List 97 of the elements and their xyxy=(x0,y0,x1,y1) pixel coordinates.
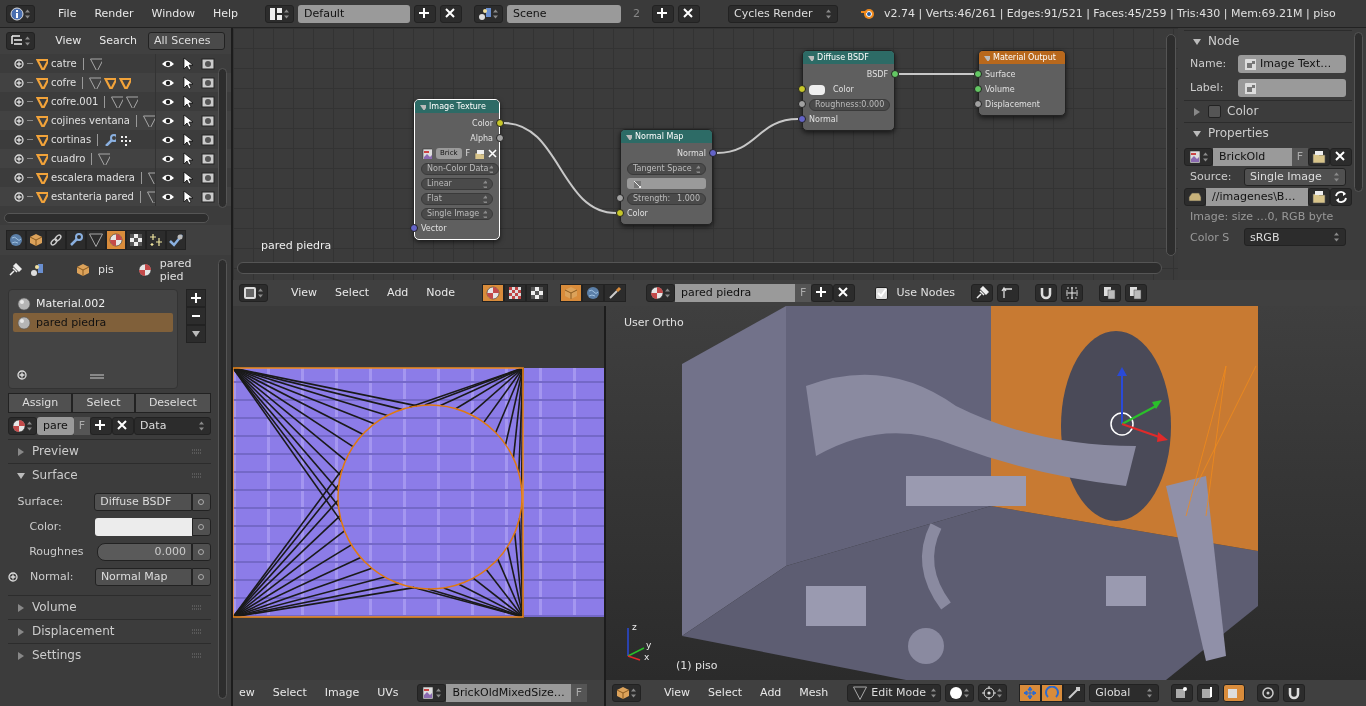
slot-action-button[interactable]: Select xyxy=(72,393,135,413)
socket-label: Color xyxy=(627,208,648,219)
node-header[interactable]: Material Output xyxy=(979,51,1065,64)
object-info: (1) piso xyxy=(676,658,718,672)
slot-action-button[interactable]: Deselect xyxy=(134,393,211,413)
scene-statistics: v2.74 | Verts:46/261 | Edges:91/521 | Faces:45/259 | Tris:430 | Mem:69.21M | piso xyxy=(884,6,1336,21)
color-space-dropdown[interactable]: sRGB xyxy=(1244,228,1346,247)
axis-label: x xyxy=(644,652,650,662)
socket-label: Normal xyxy=(809,114,838,125)
node-dropdown[interactable]: Tangent Space xyxy=(627,162,706,175)
panel-header[interactable]: Displacement xyxy=(8,619,211,643)
outliner-item-name[interactable]: cofre xyxy=(51,76,77,89)
node-link-dropdown[interactable]: Normal Map xyxy=(94,567,192,586)
menu-item[interactable]: File xyxy=(51,4,84,23)
node-dropdown[interactable]: Linear xyxy=(421,177,493,190)
node-link-dropdown[interactable]: Diffuse BSDF xyxy=(94,492,192,511)
outliner-item-name[interactable]: escalera madera xyxy=(51,171,135,184)
socket-label: Color xyxy=(833,84,854,95)
field-label: Surface: xyxy=(17,494,65,509)
menu-item[interactable]: View xyxy=(48,32,89,50)
view-name: User Ortho xyxy=(624,316,684,330)
socket-label: Normal xyxy=(677,148,706,159)
field-label: Color: xyxy=(28,519,63,534)
name-field[interactable]: Image Text… xyxy=(1238,55,1346,73)
link-dropdown[interactable]: Data xyxy=(134,417,211,435)
file-path-field[interactable]: //imagenes\B… xyxy=(1206,188,1308,206)
socket-label: Volume xyxy=(985,84,1015,95)
menu-item[interactable]: Node xyxy=(419,284,463,302)
menu-item[interactable]: ew xyxy=(239,684,262,702)
user-count: 2 xyxy=(632,6,642,21)
socket-label: Vector xyxy=(421,223,447,234)
slot-action-button[interactable]: Assign xyxy=(8,393,73,413)
image-info: Image: size …0, RGB byte xyxy=(1189,209,1335,225)
outliner-item-name[interactable]: catre xyxy=(51,57,77,70)
panel-header[interactable]: Surface xyxy=(8,463,211,487)
node-header[interactable]: Diffuse BSDF xyxy=(803,51,894,64)
node-header[interactable]: Normal Map xyxy=(621,130,712,143)
field-label: Normal: xyxy=(29,569,75,584)
panel-header[interactable]: Volume xyxy=(8,595,211,619)
breadcrumb-item: pis xyxy=(98,263,114,277)
number-field[interactable]: Roughness:0.000 xyxy=(809,98,891,111)
panel-header[interactable]: Properties xyxy=(1184,122,1352,144)
axis-label: z xyxy=(632,622,637,632)
outliner-item-name[interactable]: cofre.001 xyxy=(51,95,99,108)
menu-item[interactable]: Render xyxy=(87,4,141,23)
material-name-field[interactable]: pare xyxy=(37,417,74,435)
node-header[interactable]: Image Texture xyxy=(415,100,499,113)
outliner-item-name[interactable]: cortinas xyxy=(51,133,92,146)
number-field[interactable]: Strength: 1.000 xyxy=(627,192,706,205)
panel-header[interactable]: Settings xyxy=(8,643,211,667)
mode-dropdown[interactable]: Edit Mode xyxy=(847,684,942,702)
scene-field[interactable]: Scene xyxy=(507,4,622,23)
field-label: Roughnes xyxy=(28,544,84,559)
outliner-item-name[interactable]: cuadro xyxy=(51,152,86,165)
menu-item[interactable]: Select xyxy=(265,684,314,702)
field-label: Color S xyxy=(1190,230,1231,244)
menu-item[interactable]: Search xyxy=(92,32,145,50)
image-name-field[interactable]: BrickOld xyxy=(1213,148,1292,166)
menu-item[interactable]: Mesh xyxy=(792,684,836,702)
field-label: Name: xyxy=(1190,57,1228,71)
menu-item[interactable]: Window xyxy=(144,4,202,23)
field-label: Source: xyxy=(1190,170,1233,184)
fake-user-button[interactable]: F xyxy=(465,148,471,159)
panel-header[interactable]: Color xyxy=(1184,100,1352,122)
socket-label: Alpha xyxy=(470,133,493,144)
breadcrumb-item: pared pied xyxy=(159,256,193,284)
source-dropdown[interactable]: Single Image xyxy=(1244,168,1346,186)
display-mode-dropdown[interactable]: All Scenes xyxy=(148,32,225,50)
menu-item[interactable]: View xyxy=(657,684,698,702)
material-name-field[interactable]: pared piedra xyxy=(675,284,796,302)
orientation-dropdown[interactable]: Global xyxy=(1089,684,1160,702)
menu-item[interactable]: Add xyxy=(380,284,416,302)
socket-label: Surface xyxy=(985,69,1016,80)
axis-label: y xyxy=(646,640,652,650)
node-dropdown[interactable]: Flat xyxy=(421,192,493,205)
panel-header[interactable]: Preview xyxy=(8,439,211,463)
menu-item[interactable]: Image xyxy=(317,684,367,702)
screen-layout-field[interactable]: Default xyxy=(298,4,411,23)
render-engine-dropdown[interactable]: Cycles Render xyxy=(728,4,839,23)
menu-item[interactable]: Add xyxy=(753,684,789,702)
material-slot[interactable]: Material.002 xyxy=(13,294,173,313)
field-label: Label: xyxy=(1190,81,1225,95)
node-dropdown[interactable]: Non-Color Data xyxy=(421,162,500,175)
image-name-field[interactable]: BrickOldMixedSize… xyxy=(446,684,571,702)
use-nodes-checkbox[interactable]: Use Nodes xyxy=(875,286,955,300)
menu-item[interactable]: UVs xyxy=(370,684,406,702)
menu-item[interactable]: Select xyxy=(701,684,750,702)
socket-label: BSDF xyxy=(866,69,888,80)
menu-item[interactable]: Select xyxy=(328,284,377,302)
socket-label: Color xyxy=(472,118,493,129)
menu-item[interactable]: View xyxy=(284,284,325,302)
node-dropdown[interactable]: Single Image xyxy=(421,207,493,220)
socket-label: Displacement xyxy=(985,99,1040,110)
material-label: pared piedra xyxy=(261,238,332,252)
menu-item[interactable]: Help xyxy=(205,4,246,23)
number-field[interactable]: 0.000 xyxy=(97,542,192,561)
panel-header[interactable]: Node xyxy=(1184,30,1352,52)
